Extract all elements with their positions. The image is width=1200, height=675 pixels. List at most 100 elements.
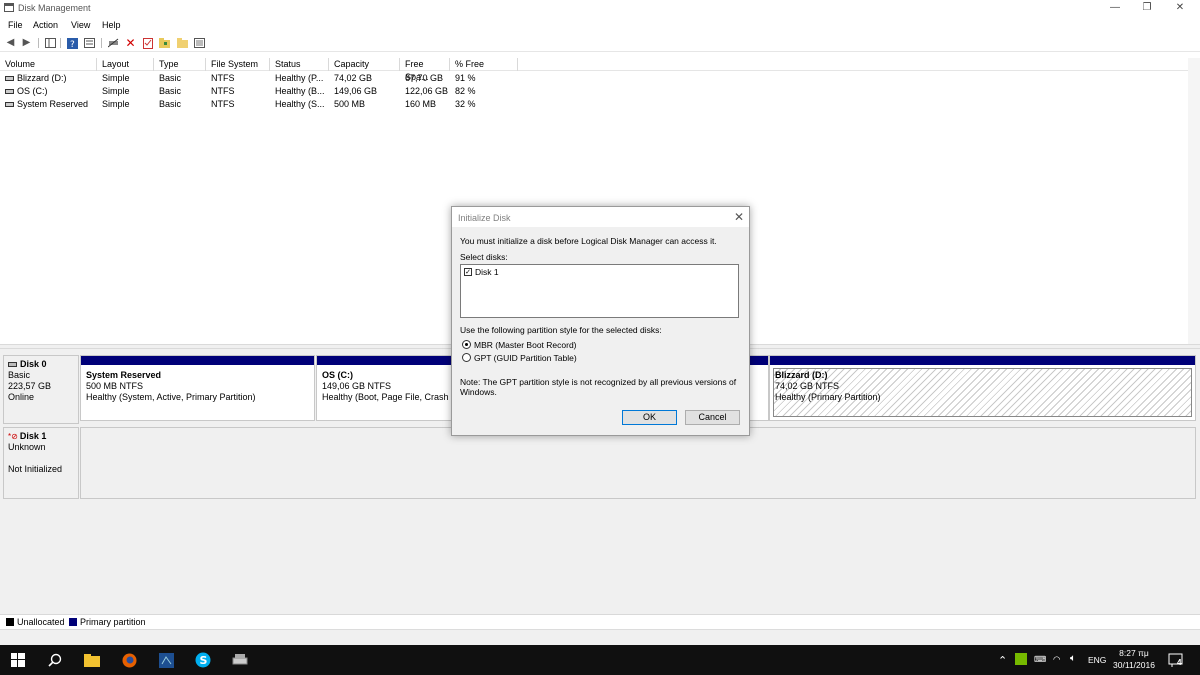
volume-pct-free: 32 % [455,99,476,109]
nvidia-icon[interactable] [1015,653,1027,667]
partition-name: System Reserved [86,370,162,380]
partition-name: Blizzard (D:) [775,370,828,380]
menu-help[interactable]: Help [102,20,121,30]
folder-icon[interactable] [158,37,171,49]
gpt-note-line-2: Windows. [460,387,497,397]
disk-1-label[interactable]: *⊘ Disk 1 Unknown Not Initialized [3,427,79,499]
legend-primary-partition: Primary partition [80,617,146,627]
title-bar: Disk Management — ❐ ✕ [0,0,1200,17]
disk-list[interactable]: ✓ Disk 1 [460,264,739,318]
column-capacity[interactable]: Capacity [329,58,400,71]
volume-list-scrollbar[interactable] [1188,58,1200,344]
mbr-option-label[interactable]: MBR (Master Boot Record) [474,340,577,350]
menu-view[interactable]: View [71,20,90,30]
column-status[interactable]: Status [270,58,329,71]
disk-0-state: Online [8,392,35,402]
column-volume[interactable]: Volume [0,58,97,71]
volume-name: System Reserved [17,99,89,109]
details-icon[interactable] [193,37,206,49]
unallocated-swatch [6,618,14,626]
disk-icon [8,362,17,368]
skype-icon[interactable]: S [185,645,221,675]
language-indicator[interactable]: ENG [1088,655,1106,665]
open-folder-icon[interactable] [176,37,189,49]
mbr-radio[interactable] [462,340,471,349]
partition-blizzard-d[interactable]: Blizzard (D:) 74,02 GB NTFS Healthy (Pri… [769,355,1196,421]
column-file-system[interactable]: File System [206,58,270,71]
initialize-disk-dialog: Initialize Disk ✕ You must initialize a … [451,206,750,436]
volume-capacity: 500 MB [334,99,366,109]
volume-status: Healthy (P... [275,73,324,83]
drive-icon [5,89,14,95]
clock-date: 30/11/2016 [1113,660,1155,670]
volume-free: 122,06 GB [405,86,449,96]
file-explorer-icon[interactable] [74,645,110,675]
disk-0-type: Basic [8,370,31,380]
partition-name: OS (C:) [322,370,353,380]
menu-file[interactable]: File [8,20,23,30]
forward-arrow-icon[interactable]: ▶ [20,37,33,49]
legend-unallocated: Unallocated [17,617,65,627]
disk-0-label[interactable]: Disk 0 Basic 223,57 GB Online [3,355,79,424]
volume-type: Basic [159,86,182,96]
disk-not-initialized-icon: *⊘ [8,432,18,441]
partition-status: Healthy (System, Active, Primary Partiti… [86,392,256,402]
disk-1-checkbox[interactable]: ✓ [464,268,472,276]
disk-0-name: Disk 0 [20,359,47,369]
column-layout[interactable]: Layout [97,58,154,71]
taskbar: S ⌃ ⌨ ◠ 🔈︎ ENG 8:27 πμ 30/11/2016 4 [0,645,1200,675]
checklist-icon[interactable] [141,37,154,49]
disk-1-area[interactable] [80,427,1196,499]
svg-text:?: ? [70,40,75,49]
partition-size: 74,02 GB NTFS [775,381,840,391]
gpt-radio[interactable] [462,353,471,362]
close-button[interactable]: ✕ [1160,1,1200,15]
properties-icon[interactable] [83,37,96,49]
disk-1-state: Not Initialized [8,464,63,474]
volume-status: Healthy (B... [275,86,325,96]
help-icon[interactable]: ? [66,37,79,49]
partition-system-reserved[interactable]: System Reserved 500 MB NTFS Healthy (Sys… [80,355,315,421]
ok-button[interactable]: OK [622,410,677,425]
close-icon[interactable]: ✕ [734,210,744,224]
table-row[interactable]: System Reserved Simple Basic NTFS Health… [0,98,1200,111]
column-type[interactable]: Type [154,58,206,71]
table-row[interactable]: OS (C:) Simple Basic NTFS Healthy (B... … [0,85,1200,98]
clock[interactable]: 8:27 πμ 30/11/2016 [1110,648,1158,674]
chevron-up-icon[interactable]: ⌃ [998,654,1007,667]
windows-start-icon[interactable] [0,645,36,675]
firefox-icon[interactable] [111,645,147,675]
volume-free: 67,70 GB [405,73,444,83]
volume-type: Basic [159,99,182,109]
app-icon[interactable] [148,645,184,675]
dialog-title-bar: Initialize Disk ✕ [452,207,749,227]
disk-1-item[interactable]: Disk 1 [475,267,499,277]
volume-fs: NTFS [211,99,235,109]
action-center-icon[interactable]: 4 [1168,652,1184,668]
volume-icon[interactable]: 🔈︎ [1070,653,1076,664]
volume-pct-free: 82 % [455,86,476,96]
primary-partition-swatch [69,618,77,626]
dialog-intro: You must initialize a disk before Logica… [460,236,717,246]
disk-1-type: Unknown [8,442,46,452]
partition-status: Healthy (Primary Partition) [775,392,881,402]
volume-fs: NTFS [211,73,235,83]
table-row[interactable]: Blizzard (D:) Simple Basic NTFS Healthy … [0,72,1200,85]
menu-action[interactable]: Action [33,20,58,30]
legend: Unallocated Primary partition [0,614,1200,628]
keyboard-icon[interactable]: ⌨ [1034,654,1046,665]
column-percent-free[interactable]: % Free [450,58,518,71]
delete-icon[interactable]: ✕ [124,37,137,49]
column-free-space[interactable]: Free Spa... [400,58,450,82]
gpt-option-label[interactable]: GPT (GUID Partition Table) [474,353,577,363]
console-tree-icon[interactable] [44,37,57,49]
search-icon[interactable] [37,645,73,675]
back-arrow-icon[interactable]: ◀ [4,37,17,49]
volume-layout: Simple [102,86,130,96]
disk-management-icon[interactable] [222,645,258,675]
wifi-icon[interactable]: ◠ [1053,654,1060,665]
connect-icon[interactable] [107,37,120,49]
cancel-button[interactable]: Cancel [685,410,740,425]
volume-name: Blizzard (D:) [17,73,67,83]
window-title: Disk Management [18,3,91,13]
